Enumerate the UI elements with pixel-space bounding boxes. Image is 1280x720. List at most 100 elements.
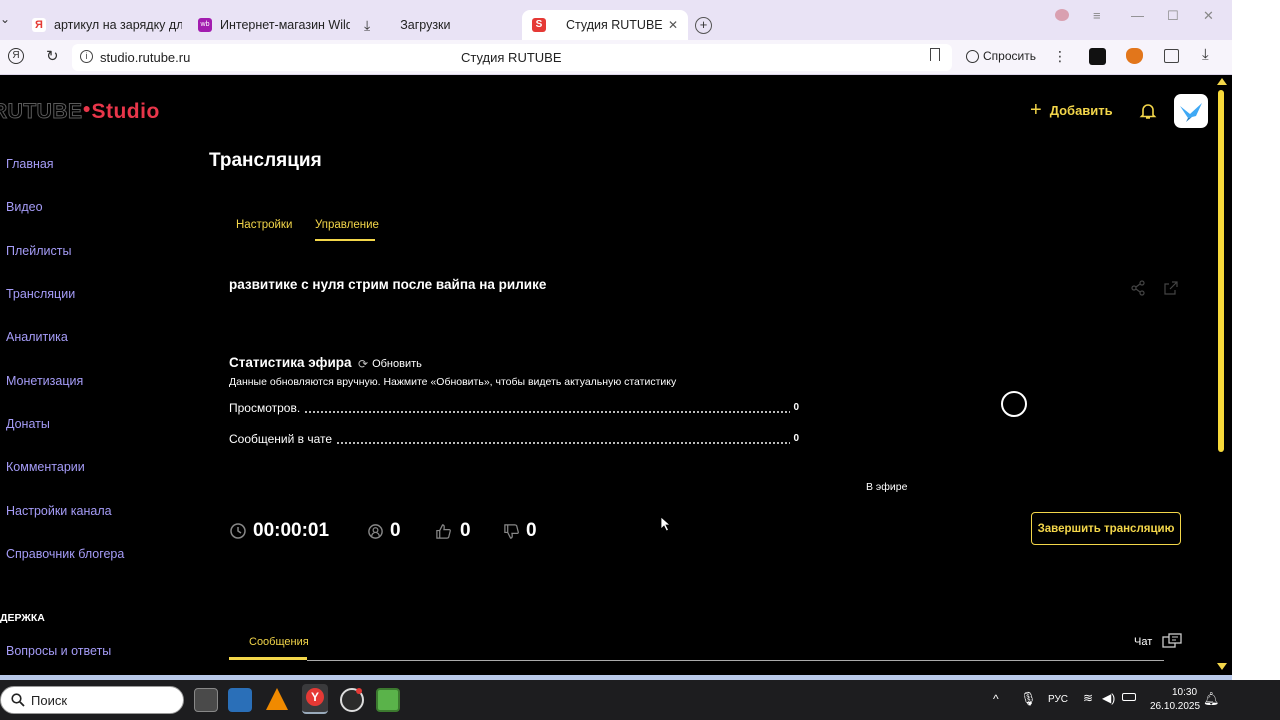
open-external-icon[interactable] [1163, 280, 1179, 296]
yandex-logo: Y [306, 688, 324, 706]
end-stream-button[interactable]: Завершить трансляцию [1031, 512, 1181, 545]
battery-icon[interactable] [1122, 693, 1136, 701]
browser-address-bar: Я ↻ i studio.rutube.ru Студия RUTUBE Спр… [0, 40, 1232, 75]
language-indicator[interactable]: РУС [1048, 694, 1068, 705]
bookmark-icon[interactable] [930, 48, 940, 61]
tab-settings[interactable]: Настройки [236, 219, 292, 231]
dotted-leader [229, 411, 799, 413]
sidebar-item-playlists[interactable]: Плейлисты [6, 244, 71, 258]
sidebar-item-analytics[interactable]: Аналитика [6, 330, 68, 344]
mouse-cursor-icon [660, 516, 672, 532]
tab-label: артикул на зарядку для м [54, 18, 182, 32]
rutube-studio-logo[interactable]: RUTUBE●Studio [0, 100, 160, 124]
tray-overflow-chevron-icon[interactable]: ^ [993, 692, 999, 706]
tab-menu-icon[interactable]: ≡ [1093, 8, 1101, 23]
sidebar-item-blogger-guide[interactable]: Справочник блогера [6, 547, 124, 561]
metamask-icon[interactable] [1126, 48, 1143, 64]
duration-value: 00:00:01 [253, 520, 330, 541]
close-tab-icon[interactable]: ✕ [668, 18, 678, 32]
sidebar-item-channel-settings[interactable]: Настройки канала [6, 504, 112, 518]
vlc-icon[interactable] [266, 688, 288, 710]
yandex-browser-icon[interactable]: Y [302, 684, 328, 714]
rutube-favicon-icon: S [532, 18, 546, 32]
notifications-icon[interactable]: 🔔︎ [1203, 691, 1220, 707]
page-title: Трансляция [209, 150, 322, 171]
rutube-studio-app: RUTUBE●Studio + Добавить Главная Видео П… [0, 75, 1214, 675]
sidebar-item-streams[interactable]: Трансляции [6, 287, 75, 301]
clock-icon [230, 523, 246, 539]
minecraft-icon[interactable] [376, 688, 400, 712]
yandex-favicon-icon: Я [32, 18, 46, 32]
avatar[interactable] [1174, 94, 1208, 128]
stats-title: Статистика эфира [229, 355, 352, 370]
alice-icon [966, 49, 979, 63]
messages-tab-underline [229, 657, 307, 660]
scroll-down-arrow-icon[interactable] [1217, 663, 1227, 670]
downloads-icon[interactable]: ⤓ [1202, 46, 1209, 63]
share-icon[interactable] [1130, 280, 1146, 296]
logo-main: RUTUBE [0, 100, 83, 124]
extension-icon[interactable] [1089, 48, 1106, 65]
tab-management[interactable]: Управление [315, 219, 379, 231]
tab-rutube-studio[interactable]: S Студия RUTUBE ✕ [522, 10, 688, 40]
viewer-icon [368, 523, 383, 539]
notifications-bell-icon[interactable] [1139, 102, 1157, 120]
search-icon [11, 693, 25, 707]
wifi-icon[interactable]: ≋ [1083, 691, 1093, 705]
logo-accent: Studio [91, 100, 160, 123]
reload-icon[interactable]: ↻ [46, 47, 59, 65]
clock-date[interactable]: 26.10.2025 [1150, 701, 1200, 712]
refresh-icon: ⟳ [358, 357, 369, 371]
new-tab-button[interactable]: + [695, 17, 712, 34]
site-info-icon[interactable]: i [80, 50, 93, 63]
tab-downloads[interactable]: ⤓ Загрузки [358, 10, 518, 40]
url-field[interactable]: i studio.rutube.ru Студия RUTUBE [72, 44, 952, 71]
tab-yandex[interactable]: Я артикул на зарядку для м [22, 10, 182, 40]
minimize-icon[interactable]: — [1131, 8, 1144, 23]
refresh-button[interactable]: ⟳ Обновить [358, 357, 422, 371]
scroll-up-arrow-icon[interactable] [1217, 78, 1227, 85]
volume-icon[interactable]: ◀) [1102, 691, 1115, 705]
ask-label: Спросить [983, 49, 1036, 63]
tab-label: Студия RUTUBE [566, 18, 663, 32]
cookie-icon[interactable] [1055, 9, 1069, 21]
viewers-counter: 0 [367, 520, 401, 542]
tab-list-chevron-icon[interactable]: ⌄ [0, 12, 10, 26]
sidebar-item-videos[interactable]: Видео [6, 200, 43, 214]
maximize-icon[interactable]: ☐ [1167, 8, 1179, 24]
likes-value: 0 [460, 520, 471, 541]
ask-alice-button[interactable]: Спросить [966, 49, 1036, 63]
taskbar-search-box[interactable]: Поиск [0, 686, 184, 714]
tab-messages[interactable]: Сообщения [249, 636, 309, 648]
sidebar-item-comments[interactable]: Комментарии [6, 460, 85, 474]
sidebar-item-home[interactable]: Главная [6, 157, 54, 171]
plus-icon: + [1030, 99, 1042, 121]
sidebar-item-donations[interactable]: Донаты [6, 417, 50, 431]
chat-popout-icon[interactable] [1162, 633, 1182, 651]
more-menu-icon[interactable]: ⋮ [1053, 48, 1067, 65]
clock-time[interactable]: 10:30 [1172, 687, 1197, 698]
microphone-icon[interactable]: 🎙 [1020, 691, 1037, 707]
browser-tab-bar: ⌄ Я артикул на зарядку для м wb Интернет… [0, 0, 1232, 40]
dislikes-value: 0 [526, 520, 537, 541]
collections-icon[interactable] [1164, 49, 1179, 63]
scrollbar-thumb[interactable] [1218, 90, 1224, 452]
refresh-label: Обновить [372, 358, 422, 370]
app-launcher-icon[interactable] [228, 688, 252, 712]
add-button[interactable]: + Добавить [1030, 99, 1113, 121]
tab-wildberries[interactable]: wb Интернет-магазин Wildb [190, 10, 350, 40]
sidebar-item-faq[interactable]: Вопросы и ответы [6, 644, 111, 658]
chat-label: Чат [1134, 636, 1153, 648]
stats-row-label: Сообщений в чате [229, 432, 336, 446]
task-view-icon[interactable] [194, 688, 218, 712]
live-status-label: В эфире [866, 481, 908, 493]
viewers-value: 0 [390, 520, 401, 541]
stats-row-value: 0 [790, 402, 799, 413]
windows-taskbar: Поиск Y ^ 🎙 РУС ≋ ◀) 10:30 26.10.2025 🔔︎ [0, 680, 1280, 720]
thumbs-up-icon [436, 523, 451, 539]
yandex-home-icon[interactable]: Я [8, 48, 24, 64]
thumbs-down-icon [504, 523, 519, 539]
sidebar-item-monetization[interactable]: Монетизация [6, 374, 83, 388]
close-window-icon[interactable]: ✕ [1203, 8, 1214, 24]
stats-row-chat-messages: Сообщений в чате 0 [229, 432, 799, 450]
